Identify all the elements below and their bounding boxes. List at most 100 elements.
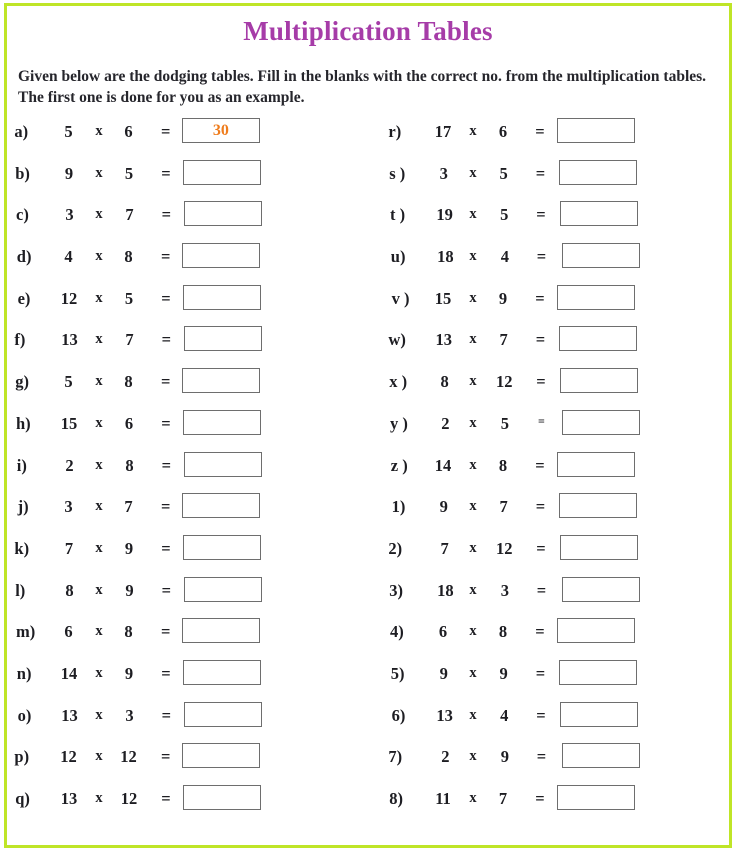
answer-box[interactable]: [181, 618, 260, 644]
answer-box[interactable]: [558, 326, 637, 352]
answer-box[interactable]: [560, 201, 639, 227]
equals-sign: =: [536, 705, 546, 725]
answer-box[interactable]: [181, 368, 260, 394]
problem-row: g) 5 x 8 =: [15, 368, 346, 414]
answer-box[interactable]: [183, 659, 261, 685]
problem-row: m) 6 x 8 =: [16, 618, 346, 664]
problem-label: b): [15, 163, 30, 183]
answer-box[interactable]: [184, 701, 263, 727]
answer-box[interactable]: [184, 326, 263, 352]
answer-box[interactable]: [557, 618, 635, 644]
equals-sign: =: [161, 205, 172, 225]
operand-second: 9: [125, 580, 134, 600]
answer-box[interactable]: [558, 493, 637, 519]
operand-first: 3: [439, 163, 448, 183]
operand-second: 8: [124, 622, 133, 642]
answer-box[interactable]: [184, 201, 263, 227]
operand-first: 13: [61, 330, 78, 350]
multiplication-sign: x: [95, 539, 103, 556]
operand-second: 7: [125, 205, 134, 225]
answer-box[interactable]: [560, 368, 639, 394]
problem-row: v ) 15 x 9 =: [390, 284, 720, 331]
answer-box[interactable]: [183, 534, 261, 560]
equals-sign: =: [160, 247, 171, 267]
operand-second: 7: [498, 789, 508, 808]
answer-box[interactable]: [181, 243, 260, 269]
multiplication-sign: x: [95, 581, 103, 598]
answer-box[interactable]: [184, 451, 263, 477]
operand-first: 13: [436, 705, 453, 725]
answer-box[interactable]: [181, 743, 260, 769]
equals-sign: =: [535, 122, 545, 141]
operand-second: 3: [500, 580, 510, 600]
answer-box[interactable]: [557, 451, 635, 477]
answer-box[interactable]: [557, 785, 635, 810]
operand-first: 14: [60, 663, 78, 683]
answer-box[interactable]: [560, 534, 639, 560]
equals-sign: =: [536, 205, 546, 225]
answer-box[interactable]: [183, 785, 261, 810]
multiplication-sign: x: [95, 456, 103, 473]
worksheet-page: Multiplication Tables Given below are th…: [0, 0, 736, 852]
problem-label: y ): [390, 413, 408, 433]
operand-first: 4: [64, 247, 73, 267]
problem-label: l): [15, 580, 26, 600]
answer-box[interactable]: [561, 243, 640, 269]
problem-label: e): [17, 288, 31, 308]
answer-box[interactable]: [561, 409, 640, 435]
operand-first: 8: [440, 372, 449, 392]
operand-first: 7: [440, 538, 449, 558]
answer-box[interactable]: [181, 493, 260, 519]
answer-box[interactable]: [184, 576, 263, 602]
problem-column-right: r) 17 x 6 = s ) 3 x 5 = t ) 19 x 5 = u) 18 x 4 = v ) 15 x 9 = w) 1…: [388, 118, 720, 831]
problem-row: q) 13 x 12 =: [15, 785, 346, 831]
operand-second: 12: [120, 789, 138, 808]
operand-second: 9: [124, 538, 134, 558]
operand-second: 4: [500, 705, 509, 725]
problem-row: f) 13 x 7 =: [14, 326, 346, 372]
problem-row: n) 14 x 9 =: [16, 659, 346, 706]
equals-sign: =: [161, 663, 171, 683]
problem-label: c): [16, 205, 29, 225]
equals-sign: =: [160, 747, 171, 767]
operand-first: 5: [64, 372, 73, 392]
problem-row: e) 12 x 5 =: [16, 284, 346, 331]
answer-box[interactable]: [558, 159, 637, 185]
operand-second: 12: [120, 747, 137, 767]
answer-box[interactable]: [560, 701, 639, 727]
answer-box-example[interactable]: 30: [181, 118, 260, 143]
multiplication-sign: x: [95, 623, 103, 640]
answer-box[interactable]: [561, 743, 640, 769]
equals-sign: =: [535, 288, 545, 308]
answer-box[interactable]: [561, 576, 640, 602]
problem-row: t ) 19 x 5 =: [390, 201, 720, 247]
operand-second: 9: [124, 663, 134, 683]
problem-row: r) 17 x 6 =: [388, 118, 720, 164]
problem-label: f): [14, 330, 26, 350]
answer-box[interactable]: [557, 118, 635, 143]
operand-first: 2: [65, 455, 74, 475]
problem-label: n): [16, 663, 32, 683]
operand-first: 12: [60, 288, 78, 308]
problem-row: k) 7 x 9 =: [14, 534, 346, 581]
problem-row: x ) 8 x 12 =: [389, 368, 720, 414]
operand-second: 6: [124, 413, 134, 433]
problem-row: d) 4 x 8 =: [16, 243, 346, 289]
operand-second: 4: [500, 247, 510, 267]
equals-sign: =: [535, 163, 546, 183]
equals-sign: =: [160, 122, 171, 141]
answer-box[interactable]: [183, 409, 261, 435]
answer-box[interactable]: [183, 159, 261, 185]
problem-row: 8) 11 x 7 =: [389, 785, 720, 831]
problem-row: l) 8 x 9 =: [15, 576, 346, 623]
operand-second: 9: [499, 663, 508, 683]
instructions-text: Given below are the dodging tables. Fill…: [18, 68, 707, 106]
problem-label: z ): [390, 455, 408, 475]
multiplication-sign: x: [469, 206, 477, 223]
equals-sign: =: [536, 538, 546, 558]
equals-sign: =: [160, 622, 171, 642]
answer-box[interactable]: [183, 284, 261, 310]
equals-sign: =: [535, 622, 545, 642]
answer-box[interactable]: [558, 659, 637, 685]
answer-box[interactable]: [557, 284, 635, 310]
